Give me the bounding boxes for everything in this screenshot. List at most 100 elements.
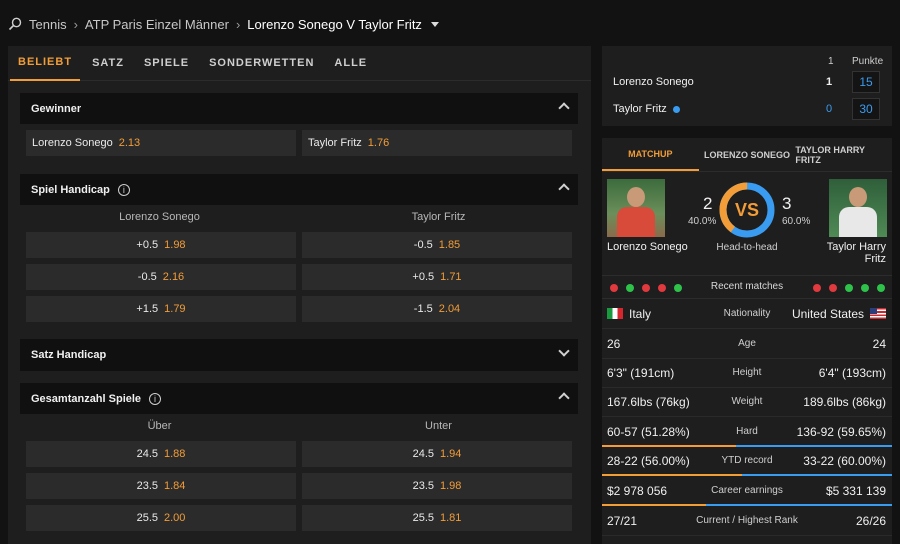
stat-row: 27/21 Current / Highest Rank 26/26 [602, 507, 892, 536]
scoreboard: 1 Punkte Lorenzo Sonego 1 15 Taylor Frit… [602, 46, 892, 126]
odds-value: 1.88 [164, 448, 186, 460]
odds-button[interactable]: 24.5 1.88 [26, 441, 296, 467]
player-one-h2h-wins: 2 [703, 194, 713, 213]
odds-button[interactable]: Taylor Fritz 1.76 [302, 130, 572, 156]
market-title: Satz Handicap [31, 349, 107, 361]
tab-player-two[interactable]: TAYLOR HARRY FRITZ [795, 138, 892, 171]
odds-button[interactable]: +1.5 1.79 [26, 296, 296, 322]
stat-row: 26 Age 24 [602, 330, 892, 359]
odds-button[interactable]: 25.5 2.00 [26, 505, 296, 531]
selection-name: Lorenzo Sonego [32, 137, 113, 149]
vs-label: VS [734, 199, 759, 220]
stat-label: Current / Highest Rank [696, 515, 798, 526]
odds-button[interactable]: +0.5 1.98 [26, 232, 296, 258]
odds-value: 1.79 [164, 303, 186, 315]
tab-player-one[interactable]: LORENZO SONEGO [699, 138, 796, 171]
column-header: Taylor Fritz [411, 211, 466, 223]
stat-player-two: United States [792, 307, 886, 321]
player-name: Lorenzo Sonego [613, 76, 694, 88]
recent-result-player-two-dot [813, 284, 821, 292]
h2h-label: Head-to-head [716, 242, 778, 253]
breadcrumb-tournament[interactable]: ATP Paris Einzel Männer [85, 17, 229, 32]
set-score: 0 [826, 103, 833, 115]
odds-button[interactable]: -0.5 1.85 [302, 232, 572, 258]
points-column-header: Punkte [852, 56, 884, 67]
stat-row: 6'3" (191cm) Height 6'4" (193cm) [602, 359, 892, 388]
market-winner: Gewinner Lorenzo Sonego 2.13 Taylor Frit… [20, 93, 578, 162]
tab-sonderwetten[interactable]: SONDERWETTEN [201, 46, 322, 81]
market-header[interactable]: Spiel Handicap i [20, 174, 578, 205]
stat-player-two: 136-92 (59.65%) [796, 425, 886, 439]
market-total-games: Gesamtanzahl Spiele i Über Unter 24.5 1.8… [20, 383, 578, 537]
chevron-right-icon: › [73, 16, 78, 32]
market-header[interactable]: Satz Handicap [20, 339, 578, 371]
points-score: 15 [852, 71, 880, 93]
odds-value: 2.16 [162, 271, 185, 283]
odds-button[interactable]: +0.5 1.71 [302, 264, 572, 290]
player-two-photo [829, 179, 887, 237]
stat-player-two: 24 [872, 337, 886, 351]
player-two-name-line-2: Fritz [864, 253, 886, 265]
tab-alle[interactable]: ALLE [326, 46, 375, 81]
total-line: 23.5 [412, 480, 434, 492]
chevron-right-icon: › [235, 16, 241, 32]
odds-button[interactable]: -0.5 2.16 [26, 264, 296, 290]
tennis-racket-icon [8, 17, 22, 31]
stat-bar-player-one [602, 474, 743, 476]
info-icon[interactable]: i [117, 183, 130, 196]
recent-result-player-one-dot [610, 284, 618, 292]
chevron-up-icon[interactable] [558, 102, 570, 114]
handicap-line: +0.5 [136, 239, 159, 251]
odds-value: 1.71 [440, 271, 462, 283]
odds-button[interactable]: Lorenzo Sonego 2.13 [26, 130, 296, 156]
chevron-up-icon[interactable] [558, 392, 570, 404]
recent-result-player-two-dot [861, 284, 869, 292]
market-tabs: BELIEBT SATZ SPIELE SONDERWETTEN ALLE [8, 46, 591, 81]
odds-value: 1.81 [440, 512, 462, 524]
column-header: Lorenzo Sonego [119, 211, 200, 223]
tab-beliebt[interactable]: BELIEBT [10, 46, 81, 81]
market-header[interactable]: Gewinner [20, 93, 578, 124]
caret-down-icon[interactable] [430, 21, 439, 27]
chevron-down-icon[interactable] [558, 345, 570, 357]
tab-satz[interactable]: SATZ [84, 46, 132, 81]
total-line: 25.5 [412, 512, 434, 524]
tab-matchup[interactable]: MATCHUP [602, 138, 699, 171]
player-two-h2h-pct: 60.0% [782, 216, 811, 227]
stat-bar-player-two [742, 474, 892, 476]
odds-button[interactable]: 25.5 1.81 [302, 505, 572, 531]
usa-flag-icon [870, 308, 886, 319]
recent-result-player-one-dot [658, 284, 666, 292]
recent-result-player-two-dot [877, 284, 885, 292]
player-two-name-line-1: Taylor Harry [826, 241, 886, 253]
breadcrumb-sport[interactable]: Tennis [29, 17, 67, 32]
market-header[interactable]: Gesamtanzahl Spiele i [20, 383, 578, 414]
player-one-photo [607, 179, 665, 237]
tab-spiele[interactable]: SPIELE [136, 46, 197, 81]
total-line: 23.5 [136, 480, 158, 492]
chevron-up-icon[interactable] [558, 183, 570, 195]
stat-bar-player-two [705, 504, 892, 506]
breadcrumb-match[interactable]: Lorenzo Sonego V Taylor Fritz [247, 17, 422, 32]
info-icon[interactable]: i [149, 392, 162, 405]
stat-row-nationality: Italy Nationality United States [602, 300, 892, 329]
stat-player-two: $5 331 139 [825, 484, 886, 498]
odds-button[interactable]: -1.5 2.04 [302, 296, 572, 322]
handicap-line: +1.5 [136, 303, 159, 315]
column-header: Unter [425, 420, 452, 432]
player-one-name: Lorenzo Sonego [607, 241, 688, 253]
selection-name: Taylor Fritz [308, 137, 362, 149]
handicap-line: -0.5 [137, 271, 157, 283]
stat-player-two: 33-22 (60.00%) [803, 454, 886, 468]
market-title: Gesamtanzahl Spiele [31, 392, 142, 405]
player-one-h2h-pct: 40.0% [688, 216, 717, 227]
markets-panel: BELIEBT SATZ SPIELE SONDERWETTEN ALLE Ge… [8, 46, 591, 544]
handicap-line: -0.5 [413, 239, 433, 251]
handicap-line: -1.5 [413, 303, 433, 315]
odds-button[interactable]: 24.5 1.94 [302, 441, 572, 467]
odds-value: 1.98 [440, 480, 462, 492]
player-two-h2h-wins: 3 [782, 194, 792, 213]
odds-button[interactable]: 23.5 1.84 [26, 473, 296, 499]
matchup-tabs: MATCHUP LORENZO SONEGO TAYLOR HARRY FRIT… [602, 138, 892, 172]
odds-button[interactable]: 23.5 1.98 [302, 473, 572, 499]
